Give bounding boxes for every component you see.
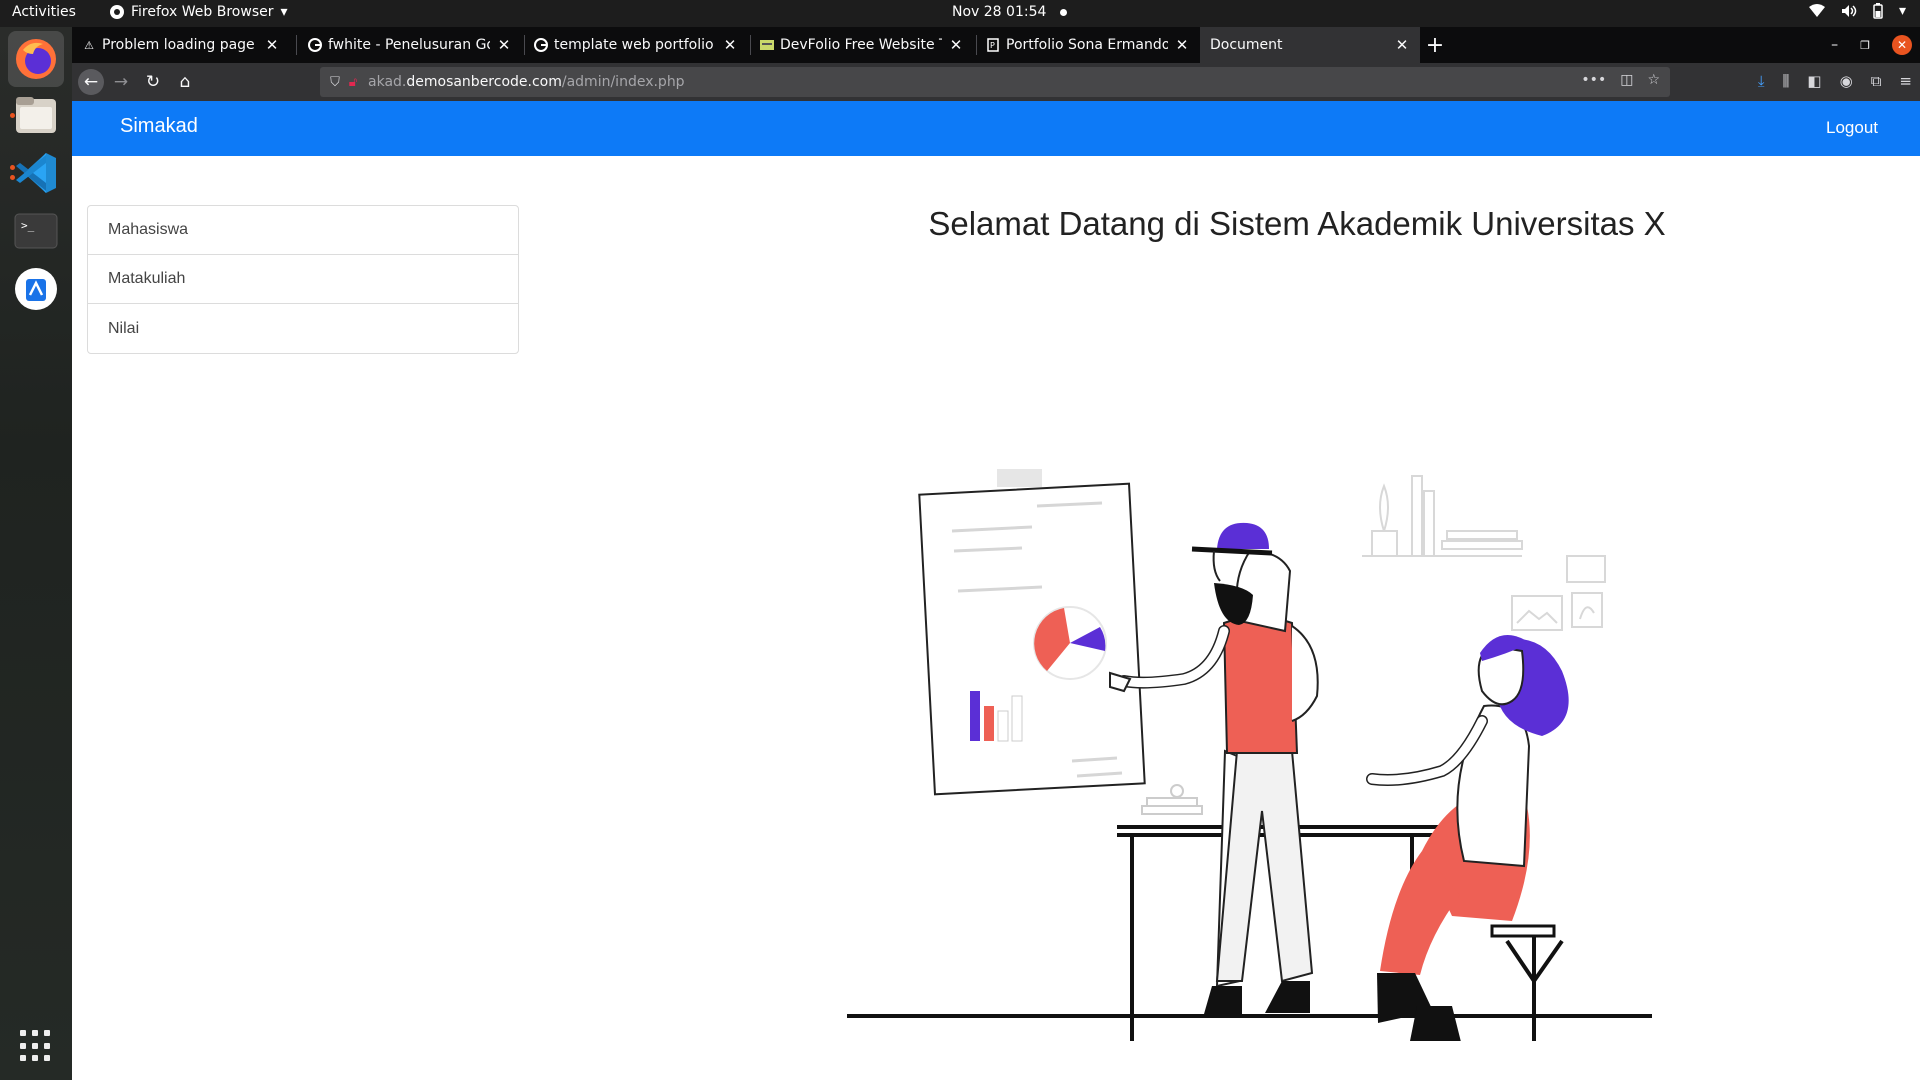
site-icon (760, 38, 774, 52)
tab-portfolio[interactable]: P Portfolio Sona Ermando ✕ (976, 27, 1200, 63)
minimize-button[interactable]: – (1831, 37, 1838, 53)
nav-toolbar: ← → ↻ ⌂ ⛉ 🔓︎ akad.demosanbercode.com/adm… (72, 63, 1920, 101)
tab-devfolio[interactable]: DevFolio Free Website Template ✕ (750, 27, 974, 63)
dock-software[interactable] (8, 261, 64, 317)
dock-vscode[interactable] (8, 145, 64, 201)
terminal-icon: >_ (14, 213, 58, 249)
tab-title: Problem loading page (102, 37, 255, 53)
close-icon[interactable]: ✕ (1174, 36, 1190, 54)
site-brand[interactable]: Simakad (120, 115, 198, 138)
web-page: Simakad Logout Mahasiswa Matakuliah Nila… (72, 101, 1920, 1080)
forward-button[interactable]: → (108, 69, 134, 95)
account-icon[interactable]: ◉ (1840, 72, 1853, 90)
presentation-illustration (847, 469, 1652, 1041)
app-menu-label: Firefox Web Browser (131, 4, 274, 20)
app-menu[interactable]: Firefox Web Browser ▾ (110, 4, 288, 20)
url-text: akad.demosanbercode.com/admin/index.php (368, 74, 685, 90)
download-icon[interactable]: ⤓ (1758, 72, 1765, 90)
insecure-lock-icon: 🔓︎ (348, 74, 358, 90)
tab-title: Portfolio Sona Ermando (1006, 37, 1168, 53)
pocket-icon[interactable]: ◫ (1620, 72, 1633, 88)
url-bar[interactable]: ⛉ 🔓︎ akad.demosanbercode.com/admin/index… (320, 67, 1670, 97)
shield-icon: ⛉ (330, 74, 340, 90)
dock-files[interactable] (8, 87, 64, 143)
chevron-down-icon: ▾ (280, 4, 288, 20)
toolbar-right: ⤓ ⫼ ◧ ◉ ⧉ ≡ (1758, 72, 1912, 90)
svg-text:P: P (990, 41, 995, 50)
tab-title: fwhite - Penelusuran Google (328, 37, 490, 53)
tab-title: template web portfolio - Penelusuran Goo… (554, 37, 716, 53)
firefox-small-icon (110, 5, 124, 19)
google-icon (534, 38, 548, 52)
plus-icon: + (1425, 32, 1445, 58)
arrow-left-icon: ← (83, 72, 99, 92)
reload-icon: ↻ (145, 72, 161, 92)
system-tray[interactable]: ▾ (1808, 3, 1906, 19)
clock[interactable]: Nov 28 01:54 (952, 4, 1068, 20)
extensions-icon[interactable]: ⧉ (1871, 72, 1882, 90)
presentation-board (918, 469, 1146, 796)
menu-icon[interactable]: ≡ (1899, 72, 1912, 90)
tab-title: Document (1210, 37, 1283, 53)
window-controls: – ❐ ✕ (1831, 27, 1920, 63)
tab-google-fwhite[interactable]: fwhite - Penelusuran Google ✕ (298, 27, 522, 63)
system-menu-chevron-icon: ▾ (1898, 3, 1906, 19)
volume-icon (1841, 5, 1857, 17)
reload-button[interactable]: ↻ (140, 69, 166, 95)
sidebar-item-nilai[interactable]: Nilai (88, 304, 518, 353)
desk-items (1141, 784, 1203, 815)
dock-firefox[interactable] (8, 31, 64, 87)
firefox-icon (16, 39, 56, 79)
tab-document[interactable]: Document ✕ (1200, 27, 1420, 63)
vscode-icon (16, 153, 56, 193)
running-indicator (10, 175, 15, 180)
google-icon (308, 38, 322, 52)
show-applications-icon[interactable] (20, 1030, 52, 1062)
tab-title: DevFolio Free Website Template (780, 37, 942, 53)
restore-button[interactable]: ❐ (1860, 39, 1870, 52)
close-icon[interactable]: ✕ (948, 36, 964, 54)
clock-text: Nov 28 01:54 (952, 4, 1047, 20)
running-indicator (10, 113, 15, 118)
sidebar-item-mahasiswa[interactable]: Mahasiswa (88, 206, 518, 255)
page-title: Selamat Datang di Sistem Akademik Univer… (928, 205, 1666, 242)
close-icon[interactable]: ✕ (264, 36, 280, 54)
close-icon[interactable]: ✕ (722, 36, 738, 54)
recording-indicator-icon (1060, 8, 1068, 16)
tab-strip: ⚠ Problem loading page ✕ fwhite - Penelu… (72, 27, 1920, 63)
close-icon[interactable]: ✕ (1394, 36, 1410, 54)
tab-problem-loading[interactable]: ⚠ Problem loading page ✕ (72, 27, 290, 63)
dock: >_ (0, 27, 72, 1080)
home-button[interactable]: ⌂ (172, 69, 198, 95)
sidebar-menu: Mahasiswa Matakuliah Nilai (87, 205, 519, 354)
dock-terminal[interactable]: >_ (8, 203, 64, 259)
library-icon[interactable]: ⫼ (1783, 72, 1790, 90)
bookmark-star-icon[interactable]: ☆ (1647, 72, 1660, 88)
wifi-icon (1808, 4, 1825, 17)
software-center-icon (15, 268, 57, 310)
page-actions-icon[interactable]: ••• (1581, 72, 1606, 88)
home-icon: ⌂ (179, 72, 191, 92)
sidebar-item-matakuliah[interactable]: Matakuliah (88, 255, 518, 304)
svg-text:>_: >_ (21, 219, 35, 232)
battery-icon (1873, 3, 1883, 19)
logout-link[interactable]: Logout (1826, 118, 1878, 138)
files-icon (16, 97, 56, 133)
new-tab-button[interactable]: + (1420, 27, 1450, 63)
shelf-decoration (1362, 475, 1606, 631)
sidebar-icon[interactable]: ◧ (1807, 72, 1821, 90)
site-navbar: Simakad Logout (72, 101, 1920, 156)
tab-google-template[interactable]: template web portfolio - Penelusuran Goo… (524, 27, 748, 63)
page-icon: P (986, 38, 1000, 52)
warning-icon: ⚠ (84, 38, 94, 52)
arrow-right-icon: → (113, 72, 129, 92)
activities-button[interactable]: Activities (12, 4, 76, 20)
system-top-bar: Activities Firefox Web Browser ▾ Nov 28 … (0, 0, 1920, 27)
close-window-button[interactable]: ✕ (1892, 35, 1912, 55)
back-button[interactable]: ← (78, 69, 104, 95)
sitting-woman (1366, 635, 1569, 1041)
running-indicator (10, 165, 15, 170)
close-icon[interactable]: ✕ (496, 36, 512, 54)
